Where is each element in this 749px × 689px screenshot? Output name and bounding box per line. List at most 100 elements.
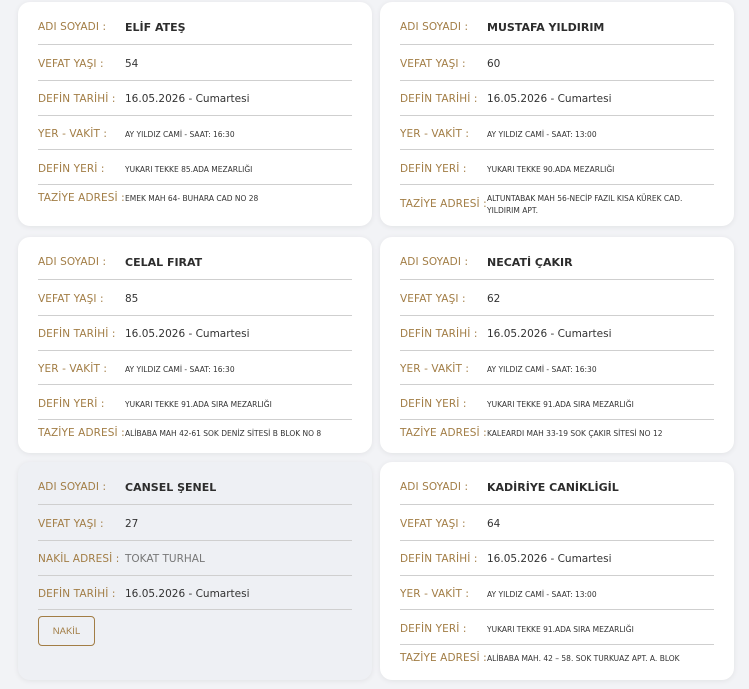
age-label: VEFAT YAŞI : [400,293,466,305]
burial-row: DEFİN YERİ : YUKARI TEKKE 91.ADA SIRA ME… [400,398,714,420]
nakil-button[interactable]: NAKİL [38,616,95,646]
condolence-label: TAZİYE ADRESİ : [400,198,487,210]
condolence-row: TAZİYE ADRESİ : ALTUNTABAK MAH 56-NECİP … [400,191,714,217]
date-value: 16.05.2026 - Cumartesi [487,328,612,340]
age-row: VEFAT YAŞI : 62 [400,293,714,316]
funeral-card: ADI SOYADI : CELAL FIRAT VEFAT YAŞI : 85… [18,237,372,453]
condolence-value: ALİBABA MAH 42-61 SOK DENİZ SİTESİ B BLO… [125,429,322,438]
nakil-row: NAKİL ADRESİ : TOKAT TURHAL [38,553,352,576]
age-row: VEFAT YAŞI : 27 [38,518,352,541]
date-row: DEFİN TARİHİ : 16.05.2026 - Cumartesi [400,93,714,116]
condolence-row: TAZİYE ADRESİ : ALİBABA MAH. 42 – 58. SO… [400,652,714,672]
age-row: VEFAT YAŞI : 60 [400,58,714,81]
age-value: 62 [487,293,501,305]
age-label: VEFAT YAŞI : [38,293,104,305]
age-row: VEFAT YAŞI : 64 [400,518,714,541]
condolence-value: ALTUNTABAK MAH 56-NECİP FAZIL KISA KÜREK… [487,193,683,215]
age-value: 27 [125,518,139,530]
nakil-value: TOKAT TURHAL [125,553,205,565]
burial-row: DEFİN YERİ : YUKARI TEKKE 90.ADA MEZARLI… [400,163,714,185]
name-value: ELİF ATEŞ [125,21,186,34]
place-time-value: AY YILDIZ CAMİ - SAAT: 16:30 [487,365,597,374]
funeral-card: ADI SOYADI : MUSTAFA YILDIRIM VEFAT YAŞI… [380,2,734,226]
name-value: NECATİ ÇAKIR [487,256,573,269]
name-value: CELAL FIRAT [125,256,203,269]
burial-label: DEFİN YERİ : [38,398,105,410]
place-time-value: AY YILDIZ CAMİ - SAAT: 13:00 [487,130,597,139]
place-time-label: YER - VAKİT : [38,128,108,140]
condolence-label: TAZİYE ADRESİ : [400,652,487,664]
name-row: ADI SOYADI : CELAL FIRAT [38,256,352,280]
date-row: DEFİN TARİHİ : 16.05.2026 - Cumartesi [38,588,352,610]
burial-row: DEFİN YERİ : YUKARI TEKKE 91.ADA SIRA ME… [38,398,352,420]
date-row: DEFİN TARİHİ : 16.05.2026 - Cumartesi [38,93,352,116]
date-row: DEFİN TARİHİ : 16.05.2026 - Cumartesi [38,328,352,351]
condolence-value: EMEK MAH 64- BUHARA CAD NO 28 [125,194,259,203]
place-time-label: YER - VAKİT : [400,128,470,140]
date-value: 16.05.2026 - Cumartesi [487,93,612,105]
burial-label: DEFİN YERİ : [38,163,105,175]
place-time-row: YER - VAKİT : AY YILDIZ CAMİ - SAAT: 16:… [400,363,714,385]
age-row: VEFAT YAŞI : 85 [38,293,352,316]
place-time-row: YER - VAKİT : AY YILDIZ CAMİ - SAAT: 13:… [400,128,714,150]
name-label: ADI SOYADI : [400,256,469,268]
age-label: VEFAT YAŞI : [38,518,104,530]
date-value: 16.05.2026 - Cumartesi [125,328,250,340]
name-row: ADI SOYADI : KADİRİYE CANİKLİGİL [400,481,714,505]
name-label: ADI SOYADI : [38,481,107,493]
place-time-label: YER - VAKİT : [400,363,470,375]
age-label: VEFAT YAŞI : [38,58,104,70]
condolence-label: TAZİYE ADRESİ : [400,427,487,439]
name-row: ADI SOYADI : MUSTAFA YILDIRIM [400,21,714,45]
name-label: ADI SOYADI : [400,21,469,33]
date-label: DEFİN TARİHİ : [38,588,116,600]
funeral-card-transfer: ADI SOYADI : CANSEL ŞENEL VEFAT YAŞI : 2… [18,462,372,680]
burial-value: YUKARI TEKKE 91.ADA SIRA MEZARLIĞI [125,400,272,409]
condolence-value: KALEARDI MAH 33-19 SOK ÇAKIR SİTESİ NO 1… [487,429,663,438]
place-time-row: YER - VAKİT : AY YILDIZ CAMİ - SAAT: 16:… [38,363,352,385]
place-time-value: AY YILDIZ CAMİ - SAAT: 16:30 [125,365,235,374]
date-row: DEFİN TARİHİ : 16.05.2026 - Cumartesi [400,328,714,351]
burial-label: DEFİN YERİ : [400,398,467,410]
condolence-label: TAZİYE ADRESİ : [38,192,125,204]
name-value: KADİRİYE CANİKLİGİL [487,481,619,494]
funeral-card: ADI SOYADI : NECATİ ÇAKIR VEFAT YAŞI : 6… [380,237,734,453]
burial-value: YUKARI TEKKE 90.ADA MEZARLIĞI [487,165,615,174]
condolence-row: TAZİYE ADRESİ : ALİBABA MAH 42-61 SOK DE… [38,427,352,447]
funeral-card: ADI SOYADI : ELİF ATEŞ VEFAT YAŞI : 54 D… [18,2,372,226]
date-label: DEFİN TARİHİ : [400,93,478,105]
nakil-label: NAKİL ADRESİ : [38,553,120,565]
age-value: 64 [487,518,501,530]
age-value: 54 [125,58,139,70]
name-label: ADI SOYADI : [38,256,107,268]
place-time-value: AY YILDIZ CAMİ - SAAT: 16:30 [125,130,235,139]
burial-row: DEFİN YERİ : YUKARI TEKKE 91.ADA SIRA ME… [400,623,714,645]
date-value: 16.05.2026 - Cumartesi [487,553,612,565]
burial-label: DEFİN YERİ : [400,623,467,635]
place-time-row: YER - VAKİT : AY YILDIZ CAMİ - SAAT: 16:… [38,128,352,150]
place-time-label: YER - VAKİT : [400,588,470,600]
burial-row: DEFİN YERİ : YUKARI TEKKE 85.ADA MEZARLI… [38,163,352,185]
burial-value: YUKARI TEKKE 85.ADA MEZARLIĞI [125,165,253,174]
date-value: 16.05.2026 - Cumartesi [125,588,250,600]
burial-label: DEFİN YERİ : [400,163,467,175]
date-label: DEFİN TARİHİ : [38,328,116,340]
age-row: VEFAT YAŞI : 54 [38,58,352,81]
name-value: MUSTAFA YILDIRIM [487,21,605,34]
name-label: ADI SOYADI : [38,21,107,33]
age-label: VEFAT YAŞI : [400,518,466,530]
date-value: 16.05.2026 - Cumartesi [125,93,250,105]
burial-value: YUKARI TEKKE 91.ADA SIRA MEZARLIĞI [487,400,634,409]
condolence-row: TAZİYE ADRESİ : EMEK MAH 64- BUHARA CAD … [38,192,352,216]
name-value: CANSEL ŞENEL [125,481,217,494]
name-row: ADI SOYADI : NECATİ ÇAKIR [400,256,714,280]
age-value: 85 [125,293,139,305]
date-label: DEFİN TARİHİ : [400,553,478,565]
age-label: VEFAT YAŞI : [400,58,466,70]
age-value: 60 [487,58,501,70]
name-row: ADI SOYADI : ELİF ATEŞ [38,21,352,45]
place-time-row: YER - VAKİT : AY YILDIZ CAMİ - SAAT: 13:… [400,588,714,610]
date-label: DEFİN TARİHİ : [38,93,116,105]
date-label: DEFİN TARİHİ : [400,328,478,340]
date-row: DEFİN TARİHİ : 16.05.2026 - Cumartesi [400,553,714,576]
